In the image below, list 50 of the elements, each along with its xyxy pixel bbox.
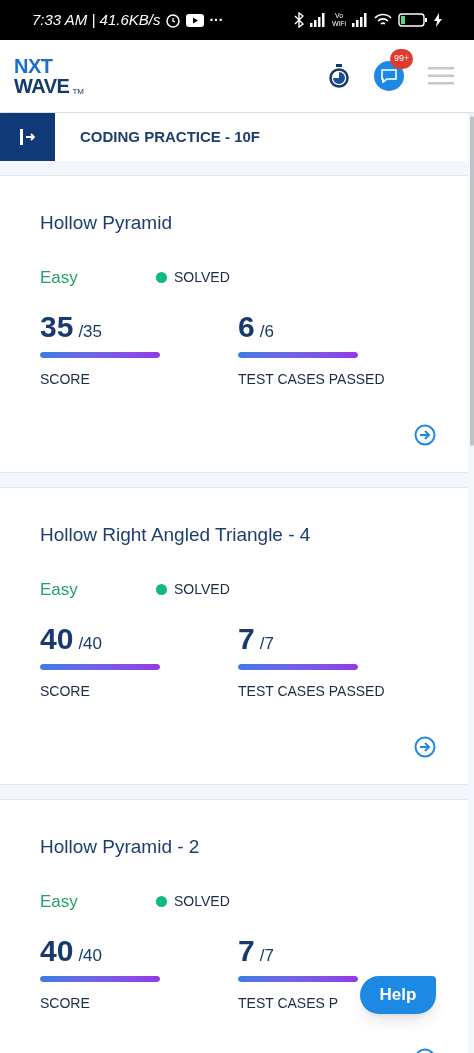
- wifi-icon: [374, 13, 392, 27]
- chat-button[interactable]: [374, 61, 404, 91]
- chat-icon: [381, 69, 397, 83]
- stopwatch-icon[interactable]: [328, 64, 350, 88]
- metric-label: SCORE: [40, 369, 90, 389]
- notification-badge: 99+: [390, 49, 414, 69]
- help-button[interactable]: Help: [360, 976, 436, 1014]
- problem-card[interactable]: Hollow Right Angled Triangle - 4 Easy SOLVED 40 /40 SCORE 7 /7 TEST CASES PASSED: [0, 487, 468, 785]
- score-value: 6: [238, 311, 255, 342]
- score-total: /6: [259, 320, 274, 343]
- battery-icon: [398, 13, 428, 27]
- more-notifications-text: ···: [209, 10, 224, 30]
- status-time: 7:33 AM | 41.6KB/s: [32, 9, 161, 30]
- score-value: 7: [238, 935, 255, 966]
- logo-text: NXT: [14, 56, 54, 76]
- scrollbar[interactable]: [470, 116, 474, 446]
- difficulty-label: Easy: [40, 578, 79, 601]
- signal-icon: [352, 13, 368, 27]
- difficulty-label: Easy: [40, 890, 79, 913]
- score-total: /35: [78, 320, 102, 343]
- charging-icon: [434, 13, 442, 27]
- score-value: 7: [238, 623, 255, 654]
- signal-icon: [310, 13, 326, 27]
- score-total: /7: [259, 944, 274, 967]
- metric-label: SCORE: [40, 681, 90, 701]
- problem-title: Hollow Pyramid - 2: [40, 835, 201, 859]
- score-value: 35: [40, 311, 74, 342]
- sidebar-toggle-button[interactable]: [0, 113, 55, 161]
- status-label: SOLVED: [174, 268, 230, 287]
- status-label: SOLVED: [174, 580, 230, 599]
- section-title: CODING PRACTICE - 10F: [80, 126, 260, 147]
- problem-title: Hollow Pyramid: [40, 211, 173, 235]
- metric-label: TEST CASES P: [238, 993, 339, 1013]
- metric-label: SCORE: [40, 993, 90, 1013]
- trademark-text: TM: [72, 88, 84, 96]
- difficulty-label: Easy: [40, 266, 79, 289]
- score-value: 40: [40, 623, 74, 654]
- logo-text: WAVE: [14, 76, 70, 96]
- score-total: /40: [78, 632, 102, 655]
- collapse-arrow-icon: [18, 129, 37, 145]
- bluetooth-icon: [294, 12, 304, 28]
- problem-card[interactable]: Hollow Pyramid Easy SOLVED 35 /35 SCORE 6 /6 TEST CASES PASSED: [0, 175, 468, 473]
- video-icon: [186, 13, 205, 27]
- metric-label: TEST CASES PASSED: [238, 681, 385, 701]
- score-total: /40: [78, 944, 102, 967]
- score-value: 40: [40, 935, 74, 966]
- score-total: /7: [259, 632, 274, 655]
- metric-label: TEST CASES PASSED: [238, 369, 385, 389]
- status-label: SOLVED: [174, 892, 230, 911]
- problem-title: Hollow Right Angled Triangle - 4: [40, 523, 312, 547]
